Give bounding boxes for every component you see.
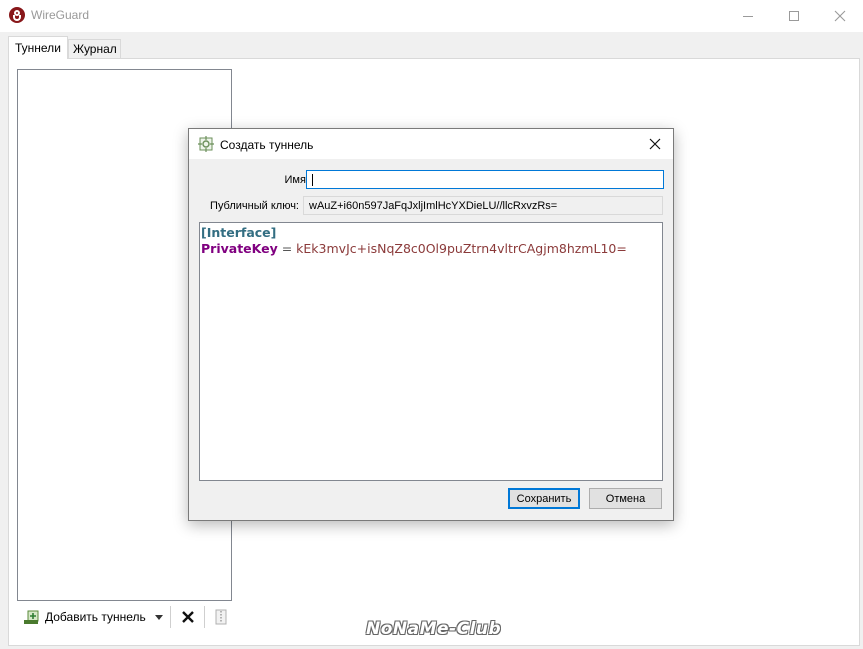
config-line-section: [Interface] — [201, 225, 662, 241]
close-button[interactable] — [817, 0, 863, 32]
create-tunnel-dialog: Создать туннель Имя: Публичный ключ: wAu… — [188, 128, 674, 521]
tab-tunnels[interactable]: Туннели — [8, 36, 68, 59]
export-tunnels-button[interactable] — [211, 607, 231, 627]
tunnel-toolbar: Добавить туннель — [17, 604, 232, 630]
export-zip-icon — [215, 609, 227, 625]
public-key-field[interactable]: wAuZ+i60n597JaFqJxljImlHcYXDieLU//llcRxv… — [303, 196, 663, 215]
config-value: kEk3mvJc+isNqZ8c0Ol9puZtrn4vltrCAgjm8hzm… — [296, 241, 627, 256]
minimize-button[interactable] — [725, 0, 771, 32]
watermark: NoNaMe-Club — [366, 619, 502, 639]
cancel-button[interactable]: Отмена — [589, 488, 662, 509]
new-tunnel-icon — [198, 136, 214, 152]
dialog-title: Создать туннель — [220, 138, 314, 152]
maximize-icon — [789, 11, 799, 21]
dialog-close-button[interactable] — [643, 133, 667, 155]
config-line-privatekey: PrivateKey = kEk3mvJc+isNqZ8c0Ol9puZtrn4… — [201, 241, 662, 257]
add-tunnel-icon — [24, 610, 39, 624]
maximize-button[interactable] — [771, 0, 817, 32]
close-icon — [834, 10, 846, 22]
chevron-down-icon — [155, 614, 163, 620]
toolbar-separator — [204, 606, 205, 628]
dialog-titlebar: Создать туннель — [189, 129, 673, 159]
close-icon — [649, 138, 661, 150]
config-equals: = — [277, 241, 297, 256]
tab-log[interactable]: Журнал — [68, 39, 121, 59]
config-editor[interactable]: [Interface] PrivateKey = kEk3mvJc+isNqZ8… — [199, 222, 663, 481]
add-tunnel-button[interactable]: Добавить туннель — [17, 604, 167, 630]
public-key-label: Публичный ключ: — [210, 200, 299, 212]
config-key: PrivateKey — [201, 241, 278, 256]
delete-icon — [182, 611, 194, 623]
minimize-icon — [743, 15, 753, 17]
toolbar-separator — [170, 606, 171, 628]
save-button[interactable]: Сохранить — [508, 488, 580, 509]
delete-tunnel-button[interactable] — [177, 606, 199, 628]
name-label: Имя: — [284, 174, 309, 186]
add-tunnel-dropdown[interactable] — [151, 604, 167, 630]
text-caret — [312, 174, 313, 186]
wireguard-logo-icon — [9, 7, 25, 23]
window-titlebar: WireGuard — [0, 0, 863, 32]
name-input[interactable] — [306, 170, 664, 189]
window-title: WireGuard — [31, 8, 90, 22]
add-tunnel-label: Добавить туннель — [45, 610, 146, 624]
config-section: [Interface] — [201, 225, 277, 240]
